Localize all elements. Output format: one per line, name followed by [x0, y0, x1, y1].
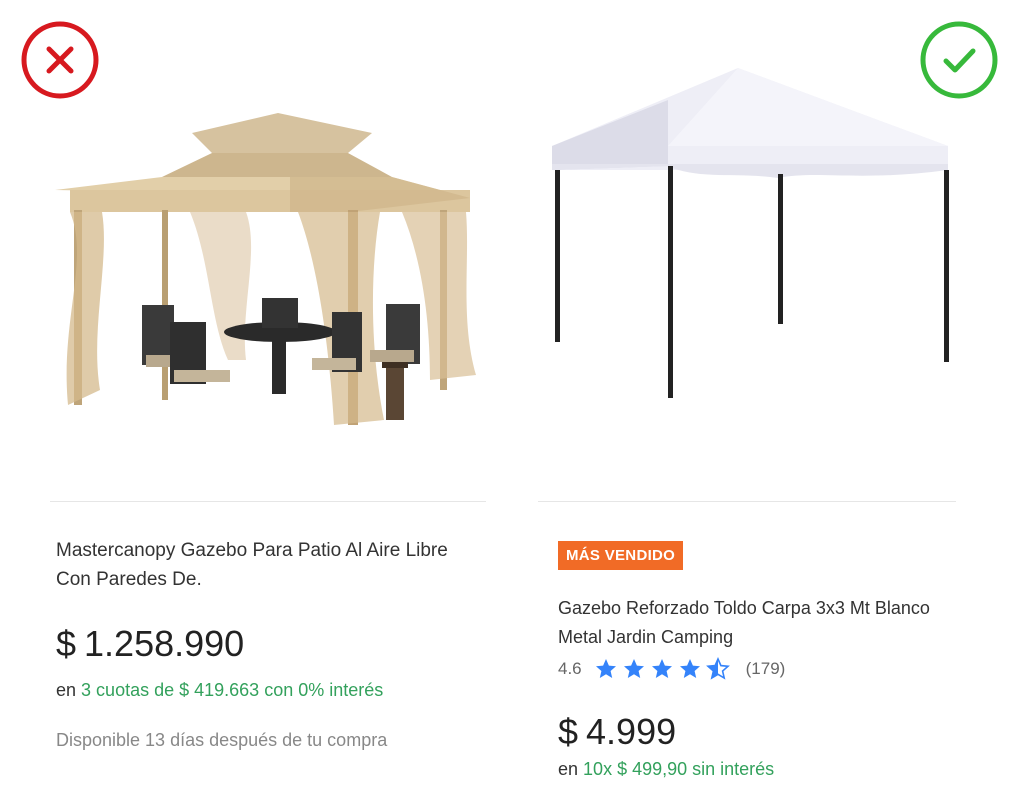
rating-stars [594, 657, 734, 681]
installment-prefix: en [558, 759, 579, 779]
price-currency: $ [56, 623, 77, 664]
product-image-beige-gazebo[interactable] [50, 60, 486, 440]
installment-prefix: en [56, 680, 77, 700]
star-full-icon [651, 659, 672, 678]
installment-highlight: 10x $ 499,90 sin interés [583, 759, 775, 779]
product-title[interactable]: Gazebo Reforzado Toldo Carpa 3x3 Mt Blan… [558, 594, 956, 652]
installment-info: en 3 cuotas de $ 419.663 con 0% interés [56, 680, 383, 701]
review-count[interactable]: (179) [746, 659, 786, 679]
product-price: $4.999 [558, 711, 676, 753]
product-price: $1.258.990 [56, 623, 244, 665]
installment-info: en 10x $ 499,90 sin interés [558, 759, 774, 780]
star-full-icon [679, 659, 700, 678]
best-seller-badge: MÁS VENDIDO [558, 541, 684, 570]
product-title[interactable]: Mastercanopy Gazebo Para Patio Al Aire L… [56, 536, 486, 594]
price-currency: $ [558, 711, 579, 752]
availability-text: Disponible 13 días después de tu compra [56, 730, 388, 750]
installment-highlight: 3 cuotas de $ 419.663 con 0% interés [81, 680, 384, 700]
product-card-gazebo-reforzado[interactable]: MÁS VENDIDO Gazebo Reforzado Toldo Carpa… [538, 0, 956, 809]
rating-value: 4.6 [558, 659, 582, 678]
product-image-white-canopy[interactable] [538, 60, 956, 440]
product-card-mastercanopy[interactable]: Mastercanopy Gazebo Para Patio Al Aire L… [50, 0, 486, 809]
star-full-icon [595, 659, 616, 678]
price-amount: 4.999 [586, 711, 677, 752]
card-divider [538, 501, 956, 502]
card-divider [50, 501, 486, 502]
product-rating: 4.6 (179) [558, 656, 785, 682]
star-half-icon [705, 657, 730, 680]
star-full-icon [623, 659, 644, 678]
price-amount: 1.258.990 [84, 623, 245, 664]
